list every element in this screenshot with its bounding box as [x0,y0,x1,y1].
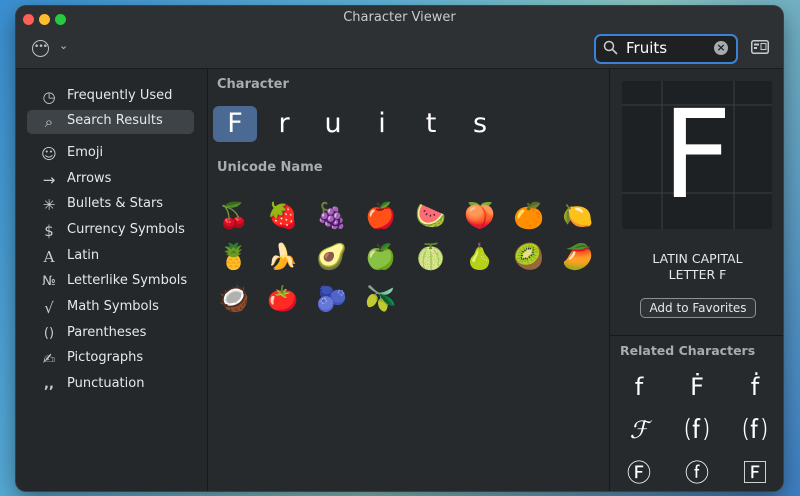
emoji-cell[interactable]: 🥥 [217,282,251,316]
emoji-cell[interactable]: 🫐 [315,282,349,316]
character-cell[interactable]: u [311,106,355,142]
emoji-cell[interactable]: 🍓 [266,199,300,233]
toolbar: Character Viewer ••• ⌄ Fruits × [16,6,783,69]
character-cell[interactable]: s [458,106,502,142]
smiley-icon: ☺ [41,145,57,163]
add-to-favorites-button[interactable]: Add to Favorites [640,298,756,318]
related-character-cell[interactable]: Ⓕ [616,456,662,490]
sidebar-item-pictographs[interactable]: ✍ Pictographs [27,347,194,371]
character-cell[interactable]: t [409,106,453,142]
divider [610,335,783,336]
sidebar-item-label: Latin [67,248,100,263]
related-character-cell[interactable]: ⓕ [674,456,720,490]
search-icon [603,40,618,55]
emoji-cell[interactable]: 🍈 [414,240,448,274]
related-character-cell[interactable]: 🄵 [732,456,778,490]
emoji-cell[interactable]: 🍍 [217,240,251,274]
emoji-cell[interactable]: 🥝 [512,240,546,274]
sidebar-item-label: Parentheses [67,325,147,340]
sidebar-item-label: Frequently Used [67,88,173,103]
section-label-character: Character [217,77,289,92]
chevron-down-icon[interactable]: ⌄ [59,39,68,52]
character-viewer-window: Character Viewer ••• ⌄ Fruits × ◷ Freque… [16,6,783,491]
sidebar-item-label: Search Results [67,113,163,128]
sidebar-item-emoji[interactable]: ☺ Emoji [27,142,194,166]
emoji-cell[interactable]: 🥑 [315,240,349,274]
section-label-unicode-name: Unicode Name [217,160,323,175]
emoji-cell[interactable]: 🍏 [364,240,398,274]
sidebar-item-parentheses[interactable]: () Parentheses [27,322,194,346]
sidebar-item-arrows[interactable]: → Arrows [27,168,194,192]
sidebar-item-latin[interactable]: A Latin [27,245,194,269]
numero-sign-icon: № [42,274,56,289]
emoji-cell[interactable]: 🍉 [414,199,448,233]
character-name-line2: LETTER F [668,267,727,282]
character-cell[interactable]: F [213,106,257,142]
emoji-cell[interactable]: 🫒 [364,282,398,316]
related-character-cell[interactable]: ḟ [732,370,778,404]
sidebar-item-bullets-stars[interactable]: ✳ Bullets & Stars [27,193,194,217]
sidebar-item-math-symbols[interactable]: √ Math Symbols [27,296,194,320]
related-character-cell[interactable]: ⒡ [732,413,778,447]
search-input[interactable]: Fruits [626,39,667,57]
arrow-icon: → [42,171,56,189]
search-field[interactable]: Fruits × [594,34,738,64]
sidebar-item-frequently-used[interactable]: ◷ Frequently Used [27,85,194,109]
sidebar-item-label: Pictographs [67,350,144,365]
sidebar-item-search-results[interactable]: ⌕ Search Results [27,110,194,134]
keyboard-viewer-icon[interactable] [751,40,769,54]
sidebar-item-label: Bullets & Stars [67,196,164,211]
sidebar-item-label: Math Symbols [67,299,159,314]
character-cell[interactable]: i [360,106,404,142]
related-character-cell[interactable]: ⒡ [674,413,720,447]
related-character-cell[interactable]: f [616,370,662,404]
search-icon: ⌕ [44,113,54,131]
sidebar-item-label: Currency Symbols [67,222,185,237]
clock-icon: ◷ [42,88,56,106]
sidebar-item-label: Arrows [67,171,112,186]
emoji-cell[interactable]: 🍋 [561,199,595,233]
emoji-cell[interactable]: 🍎 [364,199,398,233]
dollar-icon: $ [44,222,54,240]
comma-icon: ,, [44,377,54,392]
sidebar-item-currency-symbols[interactable]: $ Currency Symbols [27,219,194,243]
emoji-cell[interactable]: 🍐 [463,240,497,274]
sidebar-item-label: Emoji [67,145,104,160]
parentheses-icon: () [43,326,55,341]
emoji-cell[interactable]: 🍒 [217,199,251,233]
character-cell[interactable]: r [262,106,306,142]
emoji-cell[interactable]: 🍑 [463,199,497,233]
emoji-cell[interactable]: 🍇 [315,199,349,233]
square-root-icon: √ [44,299,54,317]
related-characters-label: Related Characters [620,343,756,358]
more-options-icon[interactable]: ••• [32,40,49,57]
sidebar-item-letterlike-symbols[interactable]: № Letterlike Symbols [27,270,194,294]
emoji-cell[interactable]: 🍅 [266,282,300,316]
glyph-large: F [661,84,733,226]
emoji-cell[interactable]: 🍌 [266,240,300,274]
sidebar-item-label: Letterlike Symbols [67,273,188,288]
sidebar-item-punctuation[interactable]: ,, Punctuation [27,373,194,397]
writing-hand-icon: ✍ [42,350,56,368]
emoji-cell[interactable]: 🥭 [561,240,595,274]
clear-search-icon[interactable]: × [714,41,728,55]
related-character-cell[interactable]: ℱ [616,413,662,447]
letter-a-icon: A [43,248,55,266]
character-grid-panel: Character F r u i t s Unicode Name 🍒 🍓 🍇… [208,69,608,491]
emoji-cell[interactable]: 🍊 [512,199,546,233]
sidebar: ◷ Frequently Used ⌕ Search Results ☺ Emo… [16,69,208,491]
related-character-cell[interactable]: Ḟ [674,370,720,404]
glyph-preview: F [622,81,772,229]
asterisk-icon: ✳ [42,196,56,214]
character-name-line1: LATIN CAPITAL [652,251,743,266]
sidebar-item-label: Punctuation [67,376,145,391]
character-detail-panel: F LATIN CAPITAL LETTER F Add to Favorite… [609,69,783,491]
window-title: Character Viewer [343,10,456,25]
